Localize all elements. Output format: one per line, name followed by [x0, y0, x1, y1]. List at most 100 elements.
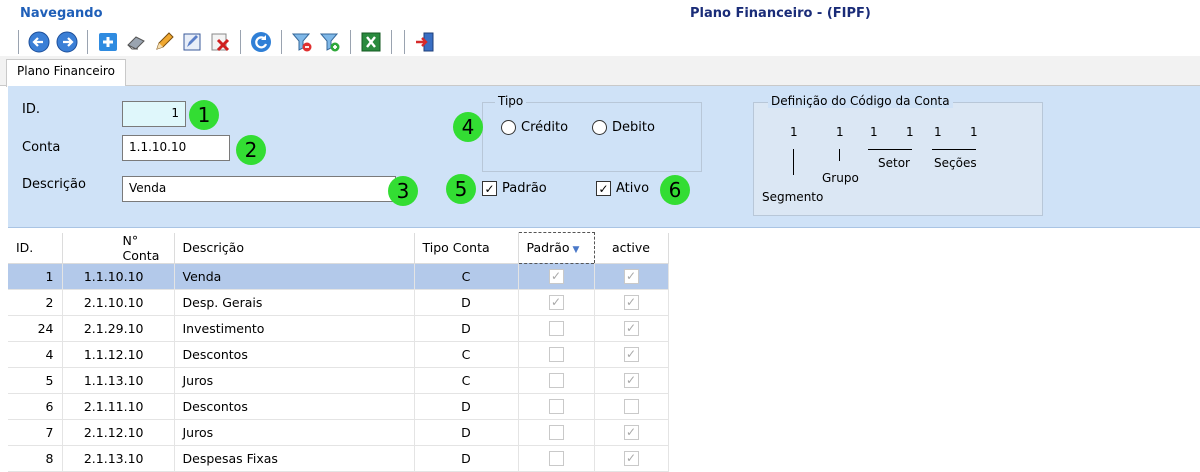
padrao-checkbox-cell[interactable] [548, 425, 564, 440]
cell-active: ✓ [594, 315, 669, 342]
active-checkbox-cell[interactable] [623, 399, 639, 414]
table-row[interactable]: 4 1.1.12.10 Descontos C ✓ [8, 341, 669, 368]
cell-conta: 2.1.29.10 [62, 315, 175, 342]
toolbar [12, 28, 439, 56]
excel-icon [361, 32, 381, 52]
digit-grupo: 1 [836, 125, 844, 139]
cell-tipo: D [414, 419, 519, 446]
padrao-checkbox-cell[interactable] [548, 451, 564, 466]
col-header-tipo[interactable]: Tipo Conta [414, 232, 519, 264]
secoes-line [932, 149, 976, 150]
id-field[interactable]: 1 [122, 101, 186, 127]
plus-icon [99, 33, 117, 51]
col-header-padrao[interactable]: Padrão ▼ [517, 232, 595, 264]
setor-line [868, 149, 912, 150]
setor-label: Setor [878, 156, 910, 170]
status-text: Navegando [20, 6, 103, 21]
table-row[interactable]: 6 2.1.11.10 Descontos D [8, 393, 669, 420]
add-filter-button[interactable] [318, 30, 342, 54]
padrao-checkbox-cell[interactable]: ✓ [548, 269, 564, 284]
ativo-checkbox[interactable]: ✓ Ativo [596, 181, 649, 196]
col-header-descricao[interactable]: Descrição [174, 232, 415, 264]
padrao-checkbox-cell[interactable] [548, 347, 564, 362]
table-row[interactable]: 24 2.1.29.10 Investimento D ✓ [8, 315, 669, 342]
tipo-label: Tipo [495, 94, 527, 108]
clear-button[interactable] [124, 30, 148, 54]
next-button[interactable] [55, 30, 79, 54]
check-icon: ✓ [482, 181, 497, 196]
radio-circle [592, 120, 607, 135]
col-header-active[interactable]: active [594, 232, 669, 264]
grid-header-row: ID. N° Conta Descrição Tipo Conta Padrão… [8, 232, 669, 264]
table-row[interactable]: 8 2.1.13.10 Despesas Fixas D ✓ [8, 445, 669, 472]
table-row[interactable]: 7 2.1.12.10 Juros D ✓ [8, 419, 669, 446]
cell-descricao: Desp. Gerais [174, 289, 415, 316]
add-button[interactable] [96, 30, 120, 54]
cell-tipo: C [414, 367, 519, 394]
cell-tipo: D [414, 315, 519, 342]
form-panel: ID. 1 1 Conta 1.1.10.10 2 Descrição Vend… [8, 86, 1200, 228]
toolbar-separator [87, 30, 88, 54]
radio-credito[interactable]: Crédito [501, 120, 568, 135]
refresh-button[interactable] [249, 30, 273, 54]
active-checkbox-cell[interactable]: ✓ [623, 373, 639, 388]
table-row[interactable]: 2 2.1.10.10 Desp. Gerais D ✓ ✓ [8, 289, 669, 316]
cell-tipo: C [414, 341, 519, 368]
delete-button[interactable] [208, 30, 232, 54]
radio-credito-label: Crédito [521, 120, 569, 135]
cell-tipo: D [414, 393, 519, 420]
digit-secoes-1: 1 [934, 125, 942, 139]
cell-active: ✓ [594, 341, 669, 368]
cell-id: 8 [8, 445, 63, 472]
cell-id: 2 [8, 289, 63, 316]
segmento-label: Segmento [762, 190, 824, 204]
active-checkbox-cell[interactable]: ✓ [623, 451, 639, 466]
cell-descricao: Venda [174, 263, 415, 290]
cell-padrao [518, 419, 595, 446]
export-excel-button[interactable] [359, 30, 383, 54]
eraser-icon [127, 36, 145, 50]
cell-tipo: C [414, 263, 519, 290]
descricao-label: Descrição [22, 177, 86, 192]
modify-button[interactable] [180, 30, 204, 54]
cell-conta: 2.1.10.10 [62, 289, 175, 316]
tab-plano-financeiro[interactable]: Plano Financeiro [6, 59, 126, 87]
remove-filter-button[interactable] [290, 30, 314, 54]
active-checkbox-cell[interactable]: ✓ [623, 425, 639, 440]
padrao-checkbox-cell[interactable] [548, 321, 564, 336]
padrao-checkbox-cell[interactable] [548, 373, 564, 388]
toolbar-separator [281, 30, 282, 54]
descricao-field[interactable]: Venda [122, 176, 396, 202]
padrao-checkbox-cell[interactable] [548, 399, 564, 414]
padrao-checkbox-cell[interactable]: ✓ [548, 295, 564, 310]
cell-descricao: Juros [174, 367, 415, 394]
active-checkbox-cell[interactable]: ✓ [623, 321, 639, 336]
previous-button[interactable] [27, 30, 51, 54]
col-header-id[interactable]: ID. [8, 232, 63, 264]
badge-1: 1 [189, 100, 219, 130]
exit-button[interactable] [413, 30, 437, 54]
edit-button[interactable] [152, 30, 176, 54]
radio-debito[interactable]: Debito [592, 120, 655, 135]
table-row[interactable]: 1 1.1.10.10 Venda C ✓ ✓ [8, 263, 669, 290]
toolbar-separator [350, 30, 351, 54]
cell-active: ✓ [594, 419, 669, 446]
cell-descricao: Descontos [174, 393, 415, 420]
active-checkbox-cell[interactable]: ✓ [623, 269, 639, 284]
cell-id: 6 [8, 393, 63, 420]
col-header-padrao-label: Padrão [526, 240, 570, 256]
cell-conta: 2.1.13.10 [62, 445, 175, 472]
active-checkbox-cell[interactable]: ✓ [623, 347, 639, 362]
col-header-conta[interactable]: N° Conta [62, 232, 175, 264]
table-row[interactable]: 5 1.1.13.10 Juros C ✓ [8, 367, 669, 394]
active-checkbox-cell[interactable]: ✓ [623, 295, 639, 310]
toolbar-separator [18, 30, 19, 54]
cell-active: ✓ [594, 263, 669, 290]
cell-padrao [518, 393, 595, 420]
delete-icon [211, 33, 230, 52]
cell-id: 7 [8, 419, 63, 446]
conta-field[interactable]: 1.1.10.10 [122, 135, 230, 161]
padrao-checkbox[interactable]: ✓ Padrão [482, 181, 547, 196]
cell-padrao [518, 341, 595, 368]
digit-secoes-2: 1 [970, 125, 978, 139]
